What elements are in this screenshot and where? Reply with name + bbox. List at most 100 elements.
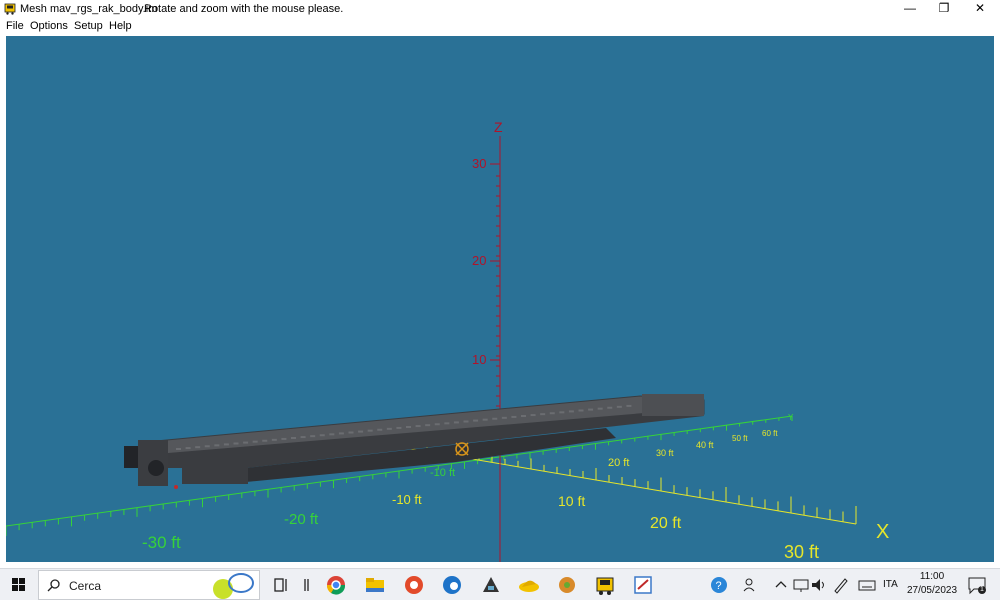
widgets-icon[interactable] — [296, 574, 318, 596]
z-axis-label: Z — [494, 119, 503, 135]
y-tick-neg30: -30 ft — [142, 533, 181, 552]
y-tick-neg10: -10 ft — [430, 467, 455, 479]
deck-mark — [271, 438, 277, 441]
app-icon[interactable] — [403, 574, 425, 596]
deck-mark — [568, 410, 574, 413]
windows-start-icon[interactable] — [8, 574, 30, 596]
clock-date[interactable]: 27/05/2023 — [906, 585, 958, 596]
deck-mark — [233, 442, 239, 445]
deck-mark — [444, 422, 450, 425]
deck-mark — [386, 427, 392, 430]
deck-mark — [626, 404, 632, 407]
notification-icon[interactable] — [966, 574, 988, 596]
y-tick-neg20: -20 ft — [284, 511, 319, 528]
file-explorer-icon[interactable] — [364, 574, 386, 596]
deck-mark — [540, 413, 546, 416]
deck-mark — [214, 444, 220, 447]
menu-help[interactable]: Help — [109, 20, 132, 32]
menu-file[interactable]: File — [6, 20, 24, 32]
app-icon[interactable] — [556, 574, 578, 596]
help-tray-icon[interactable]: ? — [708, 574, 730, 596]
y-tick-40: 40 ft — [696, 440, 714, 450]
taskbar: Cerca ? ITA 11:00 27/05/2023 1 — [0, 568, 1000, 600]
x-tick-10: 10 ft — [558, 493, 585, 509]
tennis-ball-icon — [213, 573, 254, 599]
deck-mark — [204, 445, 210, 448]
menu-options[interactable]: Options — [30, 20, 68, 32]
deck-mark — [185, 447, 191, 450]
deck-mark — [530, 414, 536, 417]
y-tick-50: 50 ft — [732, 434, 748, 443]
deck-mark — [243, 441, 249, 444]
train-sim-icon[interactable] — [594, 574, 616, 596]
z-tick-10: 10 — [472, 352, 486, 367]
edge-icon[interactable] — [441, 574, 463, 596]
chrome-icon[interactable] — [325, 574, 347, 596]
deck-mark — [319, 434, 325, 437]
deck-mark — [549, 412, 555, 415]
deck-mark — [329, 433, 335, 436]
deck-mark — [597, 407, 603, 410]
taskbar-search-box[interactable]: Cerca — [38, 570, 260, 600]
left-end-block — [182, 460, 248, 484]
x-axis-label: X — [876, 521, 889, 543]
minimize-button[interactable]: — — [892, 0, 928, 18]
deck-mark — [559, 411, 565, 414]
deck-mark — [482, 418, 488, 421]
clock-time[interactable]: 11:00 — [906, 571, 958, 582]
deck-mark — [195, 446, 201, 449]
restore-button[interactable]: ❐ — [926, 0, 962, 18]
keyboard-icon[interactable] — [856, 574, 878, 596]
language-indicator[interactable]: ITA — [883, 579, 898, 590]
z-axis — [490, 136, 501, 562]
train-app-icon — [4, 3, 16, 15]
app-icon[interactable] — [518, 574, 540, 596]
red-light — [174, 485, 178, 489]
deck-mark — [415, 425, 421, 428]
deck-mark — [396, 426, 402, 429]
chevron-up-icon[interactable] — [770, 574, 792, 596]
pen-icon[interactable] — [830, 574, 852, 596]
app-icon[interactable] — [480, 574, 502, 596]
window-title: Mesh mav_rgs_rak_body.im — [20, 3, 158, 15]
deck-mark — [338, 432, 344, 435]
x-tick-neg10: -10 ft — [392, 492, 422, 507]
deck-mark — [348, 431, 354, 434]
volume-icon[interactable] — [808, 574, 830, 596]
deck-mark — [367, 429, 373, 432]
deck-mark — [300, 436, 306, 439]
deck-mark — [473, 419, 479, 422]
deck-mark — [511, 415, 517, 418]
app-icon[interactable] — [632, 574, 654, 596]
z-tick-30: 30 — [472, 156, 486, 171]
deck-mark — [176, 448, 181, 450]
deck-mark — [425, 424, 431, 427]
window-hint: Rotate and zoom with the mouse please. — [144, 3, 344, 15]
deck-mark — [252, 440, 258, 443]
y-tick-60: 60 ft — [762, 429, 778, 438]
viewport-canvas[interactable]: Z 30 20 10 X -10 ft 10 ft 20 ft 30 ft Y … — [6, 36, 994, 562]
deck-mark — [616, 405, 622, 408]
deck-mark — [492, 417, 498, 420]
search-placeholder: Cerca — [69, 579, 102, 593]
close-button[interactable]: ✕ — [962, 0, 998, 18]
deck-mark — [310, 435, 316, 438]
deck-mark — [262, 439, 268, 442]
x-tick-20: 20 ft — [650, 515, 682, 532]
deck-mark — [607, 406, 613, 409]
task-view-icon[interactable] — [270, 574, 292, 596]
deck-mark — [578, 409, 584, 412]
y-tick-30: 30 ft — [656, 448, 674, 458]
people-icon[interactable] — [740, 574, 762, 596]
deck-mark — [453, 421, 459, 424]
left-wheel — [148, 460, 164, 476]
z-tick-20: 20 — [472, 253, 486, 268]
x-tick-30: 30 ft — [784, 542, 819, 562]
3d-viewport[interactable]: Z 30 20 10 X -10 ft 10 ft 20 ft 30 ft Y … — [6, 36, 994, 562]
deck-mark — [291, 437, 296, 439]
deck-mark — [281, 437, 287, 440]
wagon-mesh[interactable] — [124, 394, 705, 489]
deck-mark — [521, 415, 526, 417]
right-end-block — [642, 394, 704, 416]
menu-setup[interactable]: Setup — [74, 20, 103, 32]
